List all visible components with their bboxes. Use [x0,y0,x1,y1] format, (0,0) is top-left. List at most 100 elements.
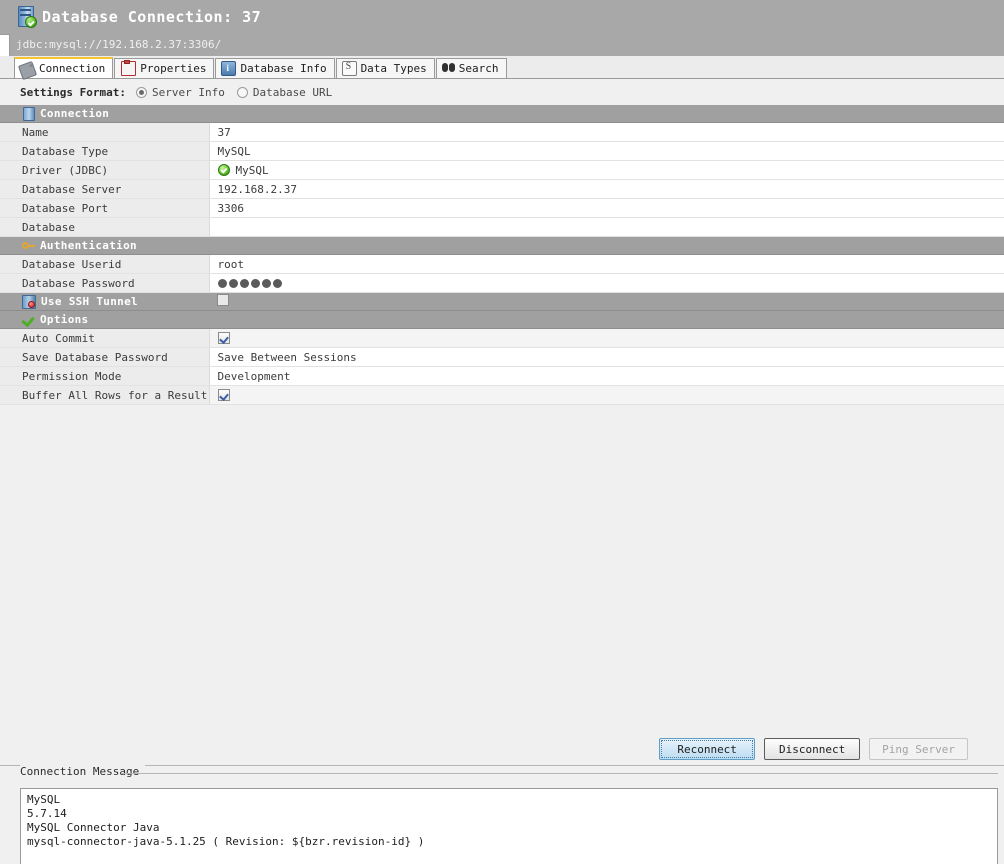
radio-database-url-label: Database URL [252,85,333,99]
row-value-database-server[interactable]: 192.168.2.37 [209,179,1004,199]
group-connection-title: Connection [40,107,110,120]
tab-search-label: Search [458,62,499,75]
table-row[interactable]: Database Userid root [0,254,1004,274]
row-label-database-server: Database Server [0,179,210,199]
table-row[interactable]: Driver (JDBC) MySQL [0,160,1004,180]
radio-server-info[interactable]: Server Info [135,85,225,99]
use-ssh-tunnel-checkbox[interactable] [217,294,229,306]
row-value-driver-jdbc[interactable]: MySQL [209,160,1004,180]
jdbc-url-strip: jdbc:mysql://192.168.2.37:3306/ [0,34,1004,56]
key-icon [22,240,35,252]
row-value-save-database-password[interactable]: Save Between Sessions [209,347,1004,367]
tab-connection-label: Connection [39,62,106,75]
message-line: 5.7.14 [27,807,67,820]
tab-database-info[interactable]: Database Info [215,58,335,78]
driver-ok-icon [217,164,230,176]
window-titlebar: Database Connection: 37 [0,0,1004,34]
binoculars-icon [441,63,455,76]
tab-database-info-label: Database Info [240,62,327,75]
auto-commit-checkbox[interactable] [217,332,230,344]
message-line: MySQL [27,793,61,806]
row-label-save-database-password: Save Database Password [0,347,210,367]
left-panel-edge [0,34,10,58]
connection-message-panel: Connection Message MySQL 5.7.14 MySQL Co… [0,765,1004,864]
connection-book-icon [23,106,35,121]
data-types-icon [341,61,357,76]
row-label-auto-commit: Auto Commit [0,328,210,348]
settings-format-label: Settings Format: [20,85,126,99]
content-filler [0,405,1004,725]
group-ssh-title: Use SSH Tunnel [41,295,138,308]
table-row[interactable]: Permission Mode Development [0,366,1004,386]
group-header-authentication[interactable]: Authentication [0,236,1004,255]
table-row[interactable]: Buffer All Rows for a Result [0,385,1004,405]
settings-format-row: Settings Format: Server Info Database UR… [0,79,1004,105]
table-row[interactable]: Auto Commit [0,328,1004,348]
action-button-row: Reconnect Disconnect Ping Server [0,733,1004,765]
tab-search[interactable]: Search [435,58,507,78]
window-title-row: Database Connection: 37 [0,0,1004,34]
row-label-driver-jdbc: Driver (JDBC) [0,160,210,180]
group-authentication-title: Authentication [40,239,137,252]
row-value-auto-commit[interactable] [209,328,1004,348]
tab-data-types[interactable]: Data Types [335,58,435,78]
row-value-database-password[interactable] [209,273,1004,293]
radio-database-url-indicator [236,86,248,98]
radio-server-info-indicator [135,86,147,98]
row-value-buffer-all-rows[interactable] [209,385,1004,405]
connection-properties-table: Connection Name 37 Database Type MySQL D… [0,105,1004,405]
tab-properties-label: Properties [140,62,207,75]
plug-icon [17,60,38,80]
row-value-database-userid[interactable]: root [209,254,1004,274]
tab-properties[interactable]: Properties [114,58,215,78]
message-line: MySQL Connector Java [27,821,160,834]
message-line: mysql-connector-java-5.1.25 ( Revision: … [27,835,425,848]
reconnect-button[interactable]: Reconnect [659,738,756,760]
group-header-options[interactable]: Options [0,310,1004,329]
ssh-tunnel-icon [22,294,36,309]
window-title: Database Connection: 37 [42,8,262,26]
row-label-database-password: Database Password [0,273,210,293]
database-server-connected-icon [16,5,38,29]
table-row[interactable]: Save Database Password Save Between Sess… [0,347,1004,367]
connection-tab-content: Settings Format: Server Info Database UR… [0,78,1004,733]
row-value-name[interactable]: 37 [209,122,1004,142]
table-row[interactable]: Name 37 [0,122,1004,142]
row-label-database-type: Database Type [0,141,210,161]
radio-database-url[interactable]: Database URL [236,85,333,99]
tab-bar: Connection Properties Database Info Data… [0,56,1004,80]
row-value-database-port[interactable]: 3306 [209,198,1004,218]
driver-name-text: MySQL [235,163,269,177]
radio-server-info-label: Server Info [151,85,225,99]
tab-data-types-label: Data Types [360,62,427,75]
green-check-icon [22,314,35,326]
table-row[interactable]: Database [0,217,1004,237]
jdbc-url-text: jdbc:mysql://192.168.2.37:3306/ [16,38,222,51]
connection-message-separator [122,773,998,774]
row-value-database[interactable] [209,217,1004,237]
tab-connection[interactable]: Connection [14,57,114,80]
row-label-permission-mode: Permission Mode [0,366,210,386]
row-value-database-type[interactable]: MySQL [209,141,1004,161]
connection-message-title: Connection Message [20,765,146,779]
row-label-database-userid: Database Userid [0,254,210,274]
table-row[interactable]: Database Port 3306 [0,198,1004,218]
row-label-name: Name [0,122,210,142]
row-label-database: Database [0,217,210,237]
group-options-title: Options [40,313,89,326]
row-value-permission-mode[interactable]: Development [209,366,1004,386]
ping-server-button: Ping Server [869,738,968,760]
table-row[interactable]: Database Type MySQL [0,141,1004,161]
table-row[interactable]: Database Server 192.168.2.37 [0,179,1004,199]
table-row[interactable]: Database Password [0,273,1004,293]
clipboard-icon [121,60,137,76]
group-header-use-ssh-tunnel[interactable]: Use SSH Tunnel [0,292,1004,311]
row-label-database-port: Database Port [0,198,210,218]
row-label-buffer-all-rows: Buffer All Rows for a Result [0,385,210,405]
buffer-all-rows-checkbox[interactable] [217,389,230,401]
password-mask [217,274,1004,292]
database-info-icon [221,61,237,76]
connection-message-textarea[interactable]: MySQL 5.7.14 MySQL Connector Java mysql-… [20,788,998,864]
disconnect-button[interactable]: Disconnect [764,738,861,760]
group-header-connection[interactable]: Connection [0,105,1004,123]
